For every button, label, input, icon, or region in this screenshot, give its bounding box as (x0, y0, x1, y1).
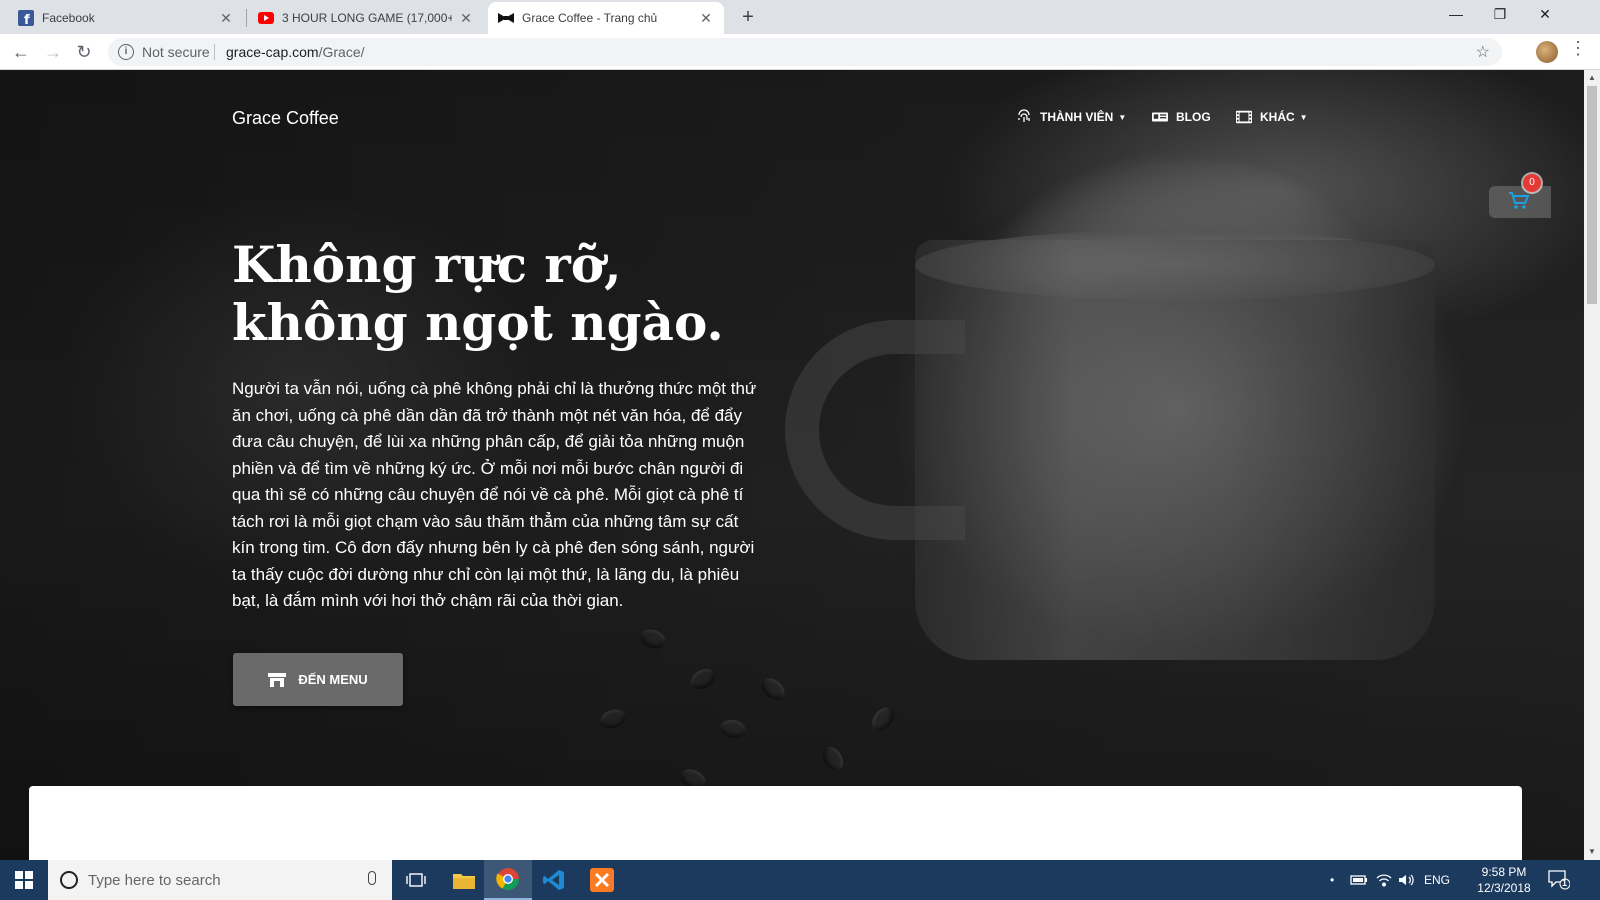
cart-count-badge: 0 (1523, 174, 1541, 192)
tab-strip: f Facebook ✕ 3 HOUR LONG GAME (17,000+ A… (0, 0, 1600, 34)
fingerprint-icon (1016, 109, 1032, 124)
tab-youtube[interactable]: 3 HOUR LONG GAME (17,000+ A ✕ (248, 2, 484, 34)
action-center-icon[interactable]: 1 (1548, 870, 1571, 890)
newspaper-icon (1152, 110, 1168, 124)
windows-logo-icon (15, 871, 33, 889)
nav-thanh-vien[interactable]: THÀNH VIÊN ▼ (1016, 109, 1127, 124)
nav-label: BLOG (1176, 110, 1211, 124)
task-view-icon[interactable] (392, 860, 440, 900)
info-icon[interactable]: i (118, 44, 134, 60)
cortana-icon (60, 871, 78, 889)
nav-khac[interactable]: KHÁC ▼ (1236, 110, 1308, 124)
nav-label: THÀNH VIÊN (1040, 110, 1114, 124)
caret-down-icon: ▼ (1299, 112, 1308, 122)
security-label[interactable]: Not secure (142, 44, 210, 60)
battery-icon[interactable] (1350, 860, 1368, 900)
tab-facebook[interactable]: f Facebook ✕ (8, 2, 244, 34)
hero-paragraph: Người ta vẫn nói, uống cà phê không phải… (232, 379, 757, 610)
volume-icon[interactable] (1398, 860, 1416, 900)
content-section-card (29, 786, 1522, 860)
caret-down-icon: ▼ (1118, 112, 1127, 122)
omnibox-divider (214, 44, 215, 60)
svg-text:f: f (24, 13, 30, 26)
close-tab-icon[interactable]: ✕ (698, 10, 714, 27)
windows-start-button[interactable] (0, 860, 48, 900)
bookmark-star-icon[interactable]: ☆ (1476, 42, 1490, 62)
url-text[interactable]: grace-cap.com/Grace/ (226, 44, 365, 60)
page-scrollbar[interactable]: ▲ ▼ (1584, 70, 1600, 860)
scrollbar-thumb[interactable] (1587, 86, 1597, 304)
film-icon (1236, 110, 1252, 124)
close-tab-icon[interactable]: ✕ (458, 10, 474, 27)
browser-toolbar: ← → ↻ i Not secure grace-cap.com/Grace/ … (0, 34, 1600, 70)
restore-button[interactable]: ❐ (1477, 0, 1523, 30)
go-to-menu-label: ĐẾN MENU (298, 672, 368, 687)
tab-separator (246, 9, 247, 27)
profile-avatar[interactable] (1536, 41, 1558, 63)
microphone-icon[interactable] (368, 871, 376, 885)
page-viewport: Grace Coffee THÀNH VIÊN ▼ BLOG KHÁC ▼ 0 … (0, 70, 1584, 860)
youtube-icon (258, 10, 274, 26)
minimize-button[interactable]: — (1433, 0, 1479, 30)
address-bar[interactable]: i Not secure grace-cap.com/Grace/ ☆ (108, 38, 1502, 66)
tab-title: 3 HOUR LONG GAME (17,000+ A (282, 11, 452, 25)
tab-grace-coffee[interactable]: Grace Coffee - Trang chủ ✕ (488, 2, 724, 34)
taskbar-search-placeholder: Type here to search (88, 871, 221, 889)
reload-button[interactable]: ↻ (72, 40, 96, 64)
vscode-icon[interactable] (530, 860, 578, 900)
file-explorer-icon[interactable] (440, 860, 488, 900)
bowtie-icon (498, 10, 514, 26)
back-button[interactable]: ← (9, 40, 33, 64)
xampp-icon[interactable] (578, 860, 626, 900)
windows-taskbar: Type here to search • ENG 9:58 PM 12/3/2… (0, 860, 1600, 900)
show-hidden-icons[interactable]: • (1330, 860, 1334, 900)
go-to-menu-button[interactable]: ĐẾN MENU (233, 653, 403, 706)
taskbar-search-box[interactable]: Type here to search (48, 860, 392, 900)
clock-time: 9:58 PM (1481, 865, 1527, 879)
language-indicator[interactable]: ENG (1424, 860, 1450, 900)
close-window-button[interactable]: ✕ (1522, 0, 1568, 30)
close-tab-icon[interactable]: ✕ (218, 10, 234, 27)
wifi-icon[interactable] (1376, 860, 1392, 900)
taskbar-clock[interactable]: 9:58 PM 12/3/2018 (1476, 864, 1532, 896)
nav-label: KHÁC (1260, 110, 1295, 124)
cart-button[interactable]: 0 (1489, 174, 1551, 218)
nav-blog[interactable]: BLOG (1152, 110, 1211, 124)
scroll-up-arrow-icon[interactable]: ▲ (1584, 70, 1600, 86)
facebook-icon: f (18, 10, 34, 26)
url-path: /Grace/ (318, 44, 365, 60)
tab-title: Facebook (42, 11, 95, 25)
shopping-cart-icon (1509, 192, 1530, 215)
site-brand[interactable]: Grace Coffee (232, 108, 339, 129)
tab-title: Grace Coffee - Trang chủ (522, 11, 658, 25)
scroll-down-arrow-icon[interactable]: ▼ (1584, 844, 1600, 860)
notification-count: 1 (1562, 878, 1568, 888)
hero-headline: Không rực rỡ, không ngọt ngào. (232, 235, 724, 352)
clock-date: 12/3/2018 (1477, 881, 1531, 895)
new-tab-button[interactable]: + (736, 6, 760, 30)
chrome-taskbar-icon[interactable] (484, 860, 532, 900)
browser-menu-icon[interactable]: ⋮ (1568, 38, 1588, 59)
store-icon (268, 672, 287, 687)
url-host: grace-cap.com (226, 44, 319, 60)
forward-button[interactable]: → (41, 40, 65, 64)
